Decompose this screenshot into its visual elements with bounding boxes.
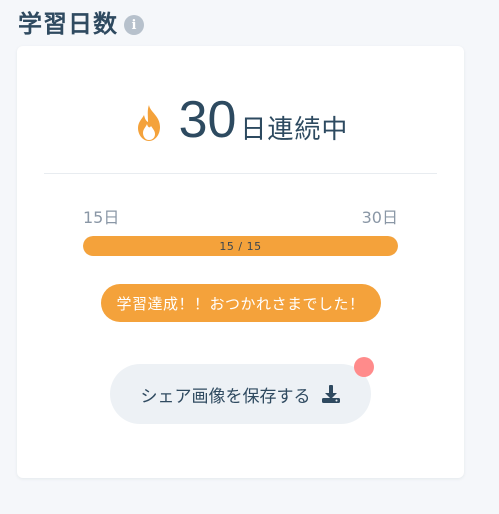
progress-max-label: 30日 — [361, 208, 398, 227]
achievement-badge: 学習達成！！おつかれさまでした！ — [100, 284, 381, 322]
progress-text: 15 / 15 — [219, 239, 262, 253]
streak-count: 30 — [178, 91, 237, 149]
info-icon[interactable]: i — [124, 15, 144, 35]
streak-display: 30 日連続中 — [17, 94, 464, 146]
download-icon — [321, 385, 340, 403]
divider — [44, 173, 437, 174]
save-button-label: シェア画像を保存する — [140, 386, 311, 407]
save-share-image-button[interactable]: シェア画像を保存する — [110, 364, 371, 424]
section-header: 学習日数 i — [18, 8, 144, 40]
section-title: 学習日数 — [18, 10, 118, 38]
study-days-card: 30 日連続中 15日 30日 15 / 15 学習達成！！おつかれさまでした！… — [17, 46, 464, 478]
notification-dot — [354, 357, 374, 377]
fire-icon — [137, 105, 160, 141]
progress-min-label: 15日 — [83, 208, 120, 227]
streak-suffix: 日連続中 — [240, 115, 349, 145]
progress-bar: 15 / 15 — [83, 236, 398, 256]
